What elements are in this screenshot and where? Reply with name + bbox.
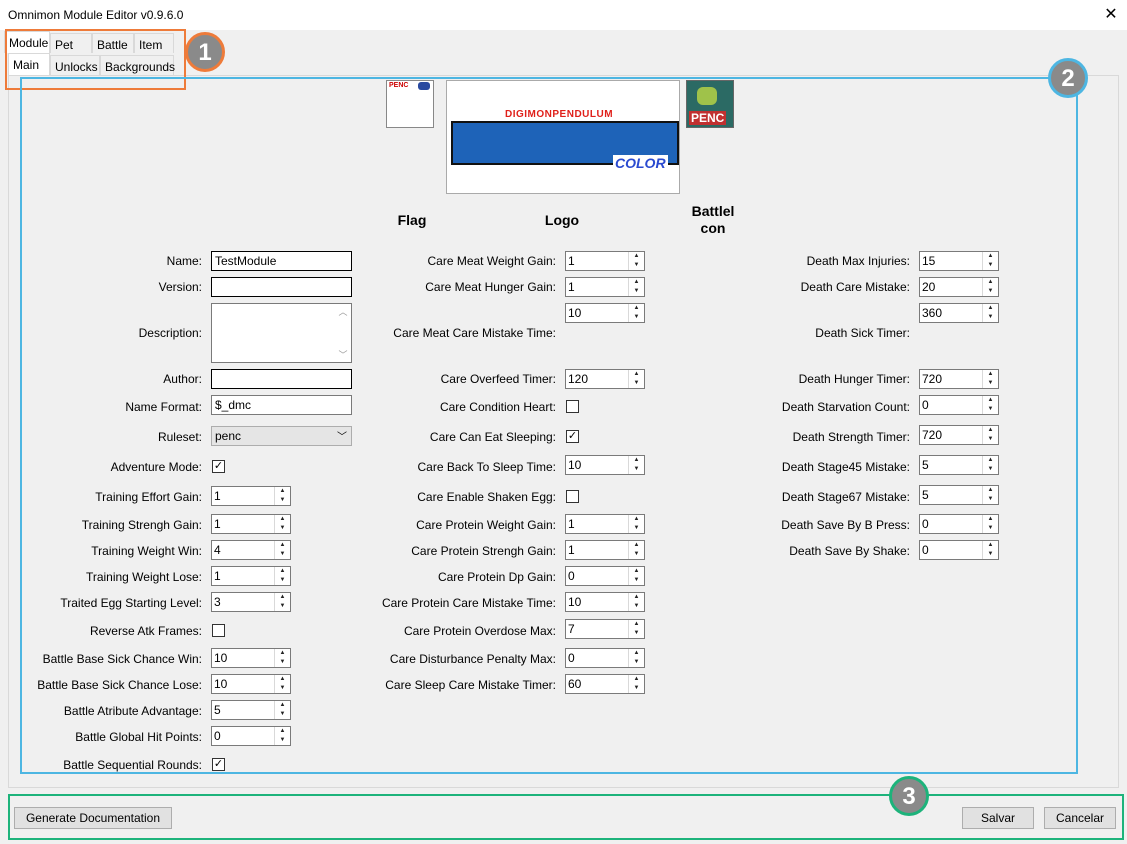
annotation-callout-1: 1	[185, 32, 225, 72]
annotation-callout-2: 2	[1048, 58, 1088, 98]
window-title: Omnimon Module Editor v0.9.6.0	[8, 8, 184, 22]
annotation-box-3	[8, 794, 1124, 840]
annotation-callout-3: 3	[889, 776, 929, 816]
annotation-box-2	[20, 77, 1078, 774]
close-icon[interactable]: ✕	[1098, 2, 1124, 28]
